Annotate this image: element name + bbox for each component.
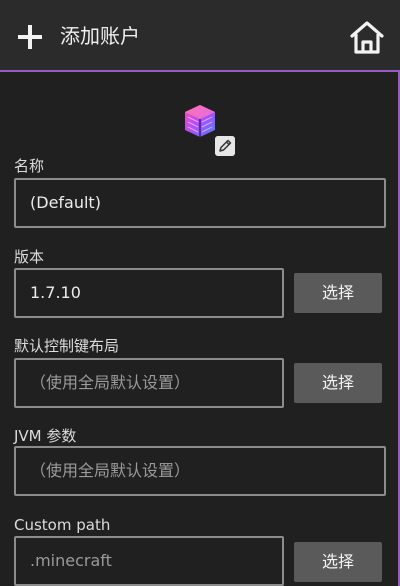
version-label: 版本: [14, 248, 45, 266]
name-value: (Default): [30, 193, 101, 212]
version-select-button[interactable]: 选择: [294, 273, 382, 313]
control-layout-placeholder: （使用全局默认设置）: [30, 373, 191, 392]
custom-path-field[interactable]: .minecraft: [14, 536, 284, 586]
jvm-args-placeholder: （使用全局默认设置）: [30, 461, 191, 480]
pencil-icon[interactable]: [215, 136, 235, 156]
version-field[interactable]: 1.7.10: [14, 268, 284, 318]
cube-icon[interactable]: [182, 103, 218, 139]
control-layout-label: 默认控制键布局: [14, 337, 120, 355]
account-form: 名称 (Default) 版本 1.7.10 选择 默认控制键布局 （使用全局默…: [0, 70, 400, 586]
jvm-args-label: JVM 参数: [14, 427, 77, 445]
page-title: 添加账户: [60, 24, 140, 48]
control-layout-select-button[interactable]: 选择: [294, 363, 382, 403]
control-layout-field[interactable]: （使用全局默认设置）: [14, 358, 284, 408]
home-icon[interactable]: [348, 19, 386, 57]
top-app-bar: 添加账户: [0, 0, 400, 70]
jvm-args-field[interactable]: （使用全局默认设置）: [14, 446, 386, 496]
name-label: 名称: [14, 157, 45, 175]
plus-icon[interactable]: [16, 23, 44, 51]
custom-path-select-button[interactable]: 选择: [294, 542, 382, 582]
version-value: 1.7.10: [30, 283, 81, 302]
custom-path-label: Custom path: [14, 516, 111, 534]
custom-path-placeholder: .minecraft: [30, 551, 112, 570]
name-field[interactable]: (Default): [14, 178, 386, 228]
